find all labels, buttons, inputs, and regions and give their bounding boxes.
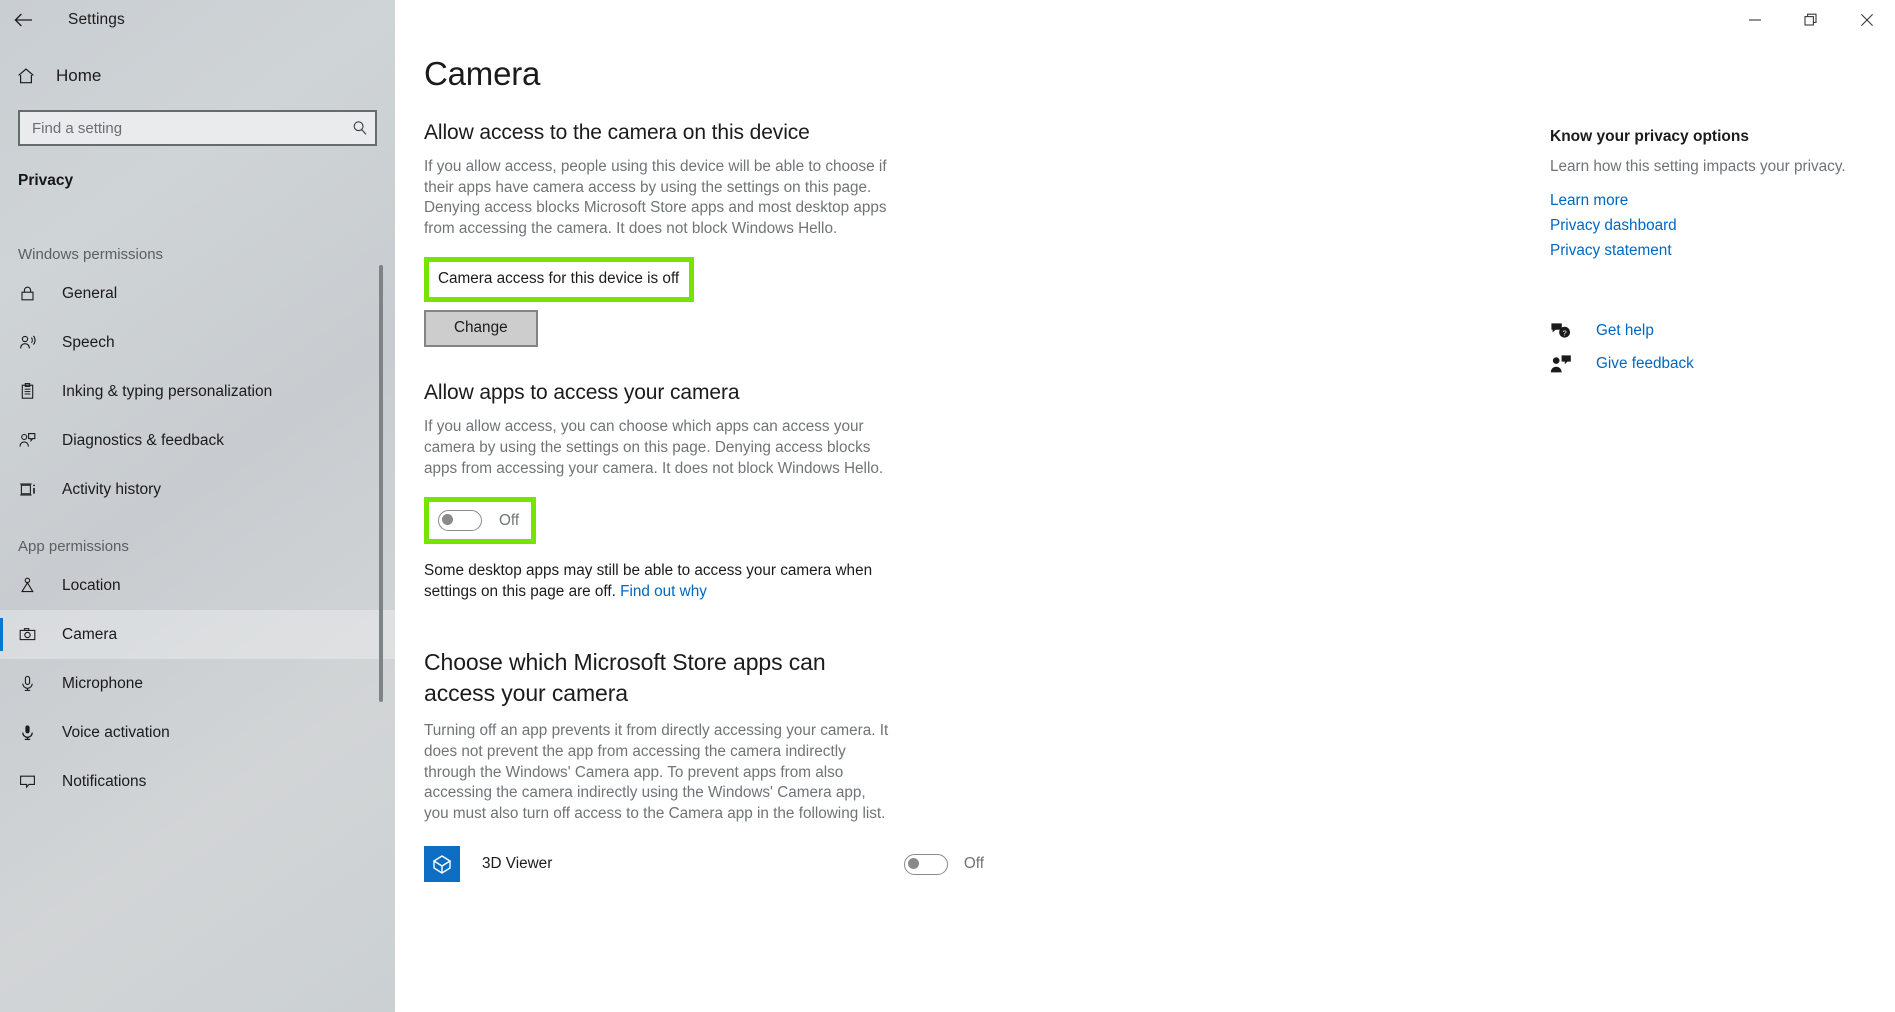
sidebar-item-label: Voice activation bbox=[62, 723, 170, 741]
right-rail: Know your privacy options Learn how this… bbox=[1550, 0, 1870, 381]
window-title: Settings bbox=[68, 11, 125, 28]
device-status-text: Camera access for this device is off bbox=[438, 270, 680, 288]
search-container bbox=[0, 98, 395, 146]
voice-activation-icon bbox=[18, 723, 46, 742]
rail-actions: ? Get help Give feedback bbox=[1550, 315, 1870, 381]
privacy-dashboard-link[interactable]: Privacy dashboard bbox=[1550, 213, 1870, 238]
device-access-description: If you allow access, people using this d… bbox=[424, 158, 887, 237]
apps-toggle-state: Off bbox=[499, 511, 520, 529]
app-list-item: 3D Viewer Off bbox=[424, 846, 984, 883]
find-out-why-link[interactable]: Find out why bbox=[620, 583, 707, 600]
sidebar-item-label: Location bbox=[62, 576, 121, 594]
camera-icon bbox=[18, 625, 46, 644]
sidebar-item-label: Notifications bbox=[62, 772, 147, 790]
minimize-icon bbox=[1749, 19, 1761, 21]
sidebar-item-home[interactable]: Home bbox=[0, 54, 395, 98]
sidebar-scrollbar[interactable] bbox=[379, 265, 383, 702]
toggle-knob bbox=[442, 514, 453, 526]
app-access-toggle[interactable] bbox=[903, 853, 948, 875]
3d-viewer-app-icon bbox=[424, 846, 460, 883]
sidebar-group-app-permissions: App permissions bbox=[18, 538, 129, 555]
rail-heading: Know your privacy options bbox=[1550, 128, 1749, 145]
apps-access-toggle[interactable] bbox=[438, 510, 482, 532]
desktop-apps-note: Some desktop apps may still be able to a… bbox=[424, 561, 884, 602]
learn-more-link[interactable]: Learn more bbox=[1550, 188, 1870, 213]
sidebar-item-speech[interactable]: Speech bbox=[0, 318, 395, 367]
sidebar-item-notifications[interactable]: Notifications bbox=[0, 757, 395, 806]
search-box[interactable] bbox=[18, 110, 377, 146]
rail-description: Learn how this setting impacts your priv… bbox=[1550, 158, 1846, 175]
close-button[interactable] bbox=[1839, 0, 1895, 40]
sidebar-item-camera[interactable]: Camera bbox=[0, 610, 395, 659]
location-pin-icon bbox=[18, 576, 46, 595]
search-icon[interactable] bbox=[345, 119, 375, 137]
sidebar-item-label: Inking & typing personalization bbox=[62, 382, 273, 400]
sidebar-item-inking-typing[interactable]: Inking & typing personalization bbox=[0, 367, 395, 416]
settings-window: Home Privacy Windows permissions Ge bbox=[0, 0, 1895, 1012]
sidebar-item-microphone[interactable]: Microphone bbox=[0, 659, 395, 708]
sidebar-item-activity-history[interactable]: Activity history bbox=[0, 465, 395, 514]
apps-access-heading: Allow apps to access your camera bbox=[424, 381, 740, 405]
change-button[interactable]: Change bbox=[424, 310, 538, 348]
sidebar-item-label: General bbox=[62, 284, 118, 302]
restore-icon bbox=[1804, 13, 1817, 26]
apps-toggle-highlight: Off bbox=[424, 497, 537, 545]
notification-icon bbox=[18, 772, 46, 791]
back-arrow-icon bbox=[14, 13, 32, 27]
clipboard-icon bbox=[18, 382, 46, 401]
get-help-icon: ? bbox=[1550, 321, 1586, 341]
app-toggle-container: Off bbox=[903, 853, 984, 875]
speech-person-icon bbox=[18, 333, 46, 352]
sidebar-item-label: Diagnostics & feedback bbox=[62, 431, 224, 449]
microphone-icon bbox=[18, 674, 46, 693]
main-content: Camera Allow access to the camera on thi… bbox=[395, 0, 1895, 1012]
close-icon bbox=[1861, 14, 1873, 26]
minimize-button[interactable] bbox=[1727, 0, 1783, 40]
title-bar: Settings bbox=[0, 0, 1895, 40]
sidebar-item-general[interactable]: General bbox=[0, 269, 395, 318]
settings-column: Camera Allow access to the camera on thi… bbox=[424, 0, 1044, 883]
svg-text:?: ? bbox=[1562, 329, 1566, 338]
search-input[interactable] bbox=[20, 119, 345, 137]
give-feedback-action[interactable]: Give feedback bbox=[1550, 348, 1870, 381]
device-access-heading: Allow access to the camera on this devic… bbox=[424, 121, 810, 144]
app-name: 3D Viewer bbox=[482, 855, 553, 873]
sidebar-nav: Windows permissions General Speech Inkin… bbox=[0, 222, 395, 1012]
sidebar-item-voice-activation[interactable]: Voice activation bbox=[0, 708, 395, 757]
lock-icon bbox=[18, 284, 46, 303]
give-feedback-icon bbox=[1550, 354, 1586, 374]
toggle-knob bbox=[907, 857, 919, 869]
sidebar-item-label: Activity history bbox=[62, 480, 162, 498]
give-feedback-label: Give feedback bbox=[1596, 355, 1694, 372]
activity-history-icon bbox=[18, 480, 46, 499]
sidebar-home-label: Home bbox=[56, 66, 102, 85]
back-button[interactable] bbox=[0, 0, 48, 40]
app-toggle-state: Off bbox=[963, 855, 984, 873]
person-feedback-icon bbox=[18, 431, 46, 450]
sidebar-item-location[interactable]: Location bbox=[0, 561, 395, 610]
sidebar-item-label: Speech bbox=[62, 333, 115, 351]
rail-links: Learn more Privacy dashboard Privacy sta… bbox=[1550, 188, 1870, 263]
sidebar-group-windows-permissions: Windows permissions bbox=[18, 246, 164, 263]
privacy-statement-link[interactable]: Privacy statement bbox=[1550, 238, 1870, 263]
page-title: Camera bbox=[424, 55, 541, 92]
restore-button[interactable] bbox=[1783, 0, 1839, 40]
sidebar-item-label: Camera bbox=[62, 625, 118, 643]
get-help-action[interactable]: ? Get help bbox=[1550, 315, 1870, 348]
store-apps-heading: Choose which Microsoft Store apps can ac… bbox=[424, 649, 826, 707]
window-controls bbox=[1727, 0, 1895, 40]
device-status-highlight: Camera access for this device is off bbox=[424, 257, 695, 303]
get-help-label: Get help bbox=[1596, 322, 1654, 339]
sidebar: Home Privacy Windows permissions Ge bbox=[0, 0, 395, 1012]
sidebar-item-diagnostics-feedback[interactable]: Diagnostics & feedback bbox=[0, 416, 395, 465]
apps-access-description: If you allow access, you can choose whic… bbox=[424, 418, 884, 477]
home-icon bbox=[16, 66, 46, 86]
store-apps-description: Turning off an app prevents it from dire… bbox=[424, 722, 889, 822]
sidebar-item-label: Microphone bbox=[62, 674, 143, 692]
sidebar-category-title: Privacy bbox=[18, 172, 74, 189]
